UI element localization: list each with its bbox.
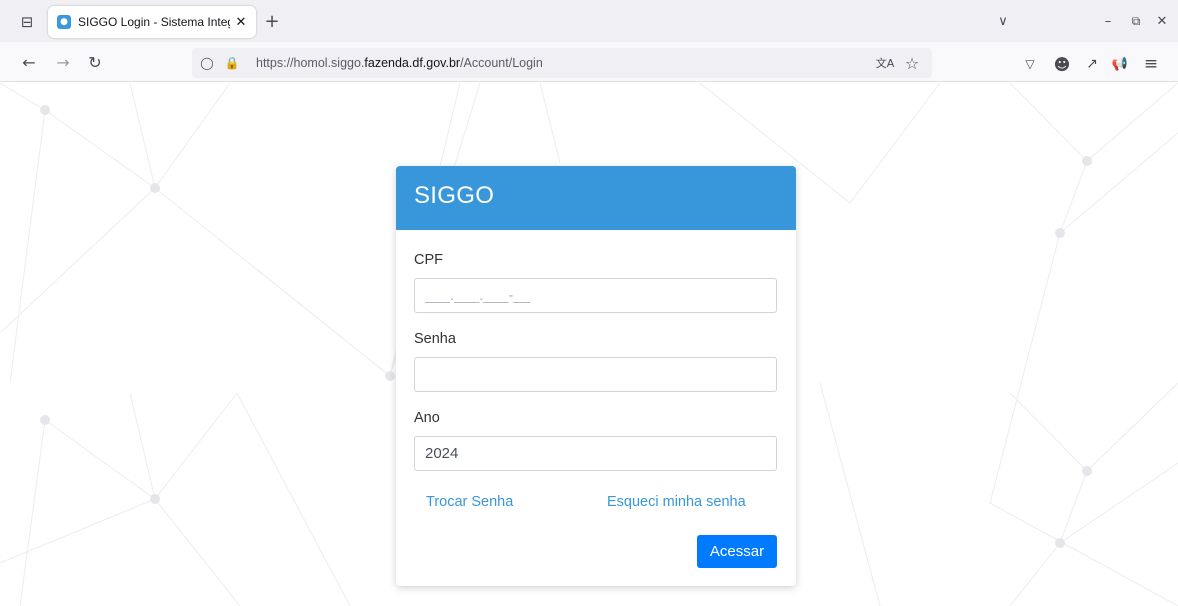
login-title: SIGGO — [414, 182, 495, 209]
close-tab-icon[interactable]: ✕ — [232, 12, 250, 32]
close-window-button[interactable]: ✕ — [1152, 12, 1172, 30]
shield-icon[interactable]: ◯ — [198, 54, 216, 72]
tab-strip: ⊟ ● SIGGO Login - Sistema Integral ✕ + ∨… — [0, 0, 1178, 42]
cpf-label: CPF — [414, 252, 443, 268]
senha-label: Senha — [414, 331, 456, 347]
url-bar[interactable]: ◯ 🔒 https://homol.siggo.fazenda.df.gov.b… — [192, 48, 932, 78]
senha-input[interactable] — [414, 357, 777, 392]
new-tab-button[interactable]: + — [262, 11, 282, 32]
browser-tab[interactable]: ● SIGGO Login - Sistema Integral ✕ — [48, 6, 256, 38]
ano-label: Ano — [414, 410, 440, 426]
acessar-button[interactable]: Acessar — [697, 535, 777, 568]
login-card: SIGGO CPF Senha Ano Trocar Senha Esqueci… — [396, 166, 796, 586]
menu-icon[interactable]: ≡ — [1140, 53, 1162, 75]
esqueci-senha-link[interactable]: Esqueci minha senha — [607, 494, 746, 510]
siggo-favicon-icon: ● — [57, 15, 71, 29]
cpf-input[interactable] — [414, 278, 777, 313]
ano-input[interactable] — [414, 436, 777, 471]
reload-icon[interactable]: ↻ — [84, 52, 106, 72]
url-prefix: https://homol.siggo. — [256, 56, 365, 70]
list-all-tabs-icon[interactable]: ∨ — [993, 12, 1013, 30]
login-card-header: SIGGO — [396, 166, 796, 230]
url-path: /Account/Login — [460, 56, 543, 70]
trocar-senha-link[interactable]: Trocar Senha — [426, 494, 513, 510]
restore-button[interactable]: ⧉ — [1126, 12, 1146, 30]
back-icon[interactable]: ← — [18, 52, 40, 72]
pocket-icon[interactable]: ▽ — [1020, 54, 1040, 74]
forward-icon[interactable]: → — [52, 52, 74, 72]
tab-title: SIGGO Login - Sistema Integral — [78, 15, 230, 29]
tab-overview-icon[interactable]: ⊟ — [16, 11, 38, 33]
url-domain: fazenda.df.gov.br — [364, 56, 461, 70]
bookmark-star-icon[interactable]: ☆ — [902, 53, 922, 73]
translate-icon[interactable]: 文A — [874, 54, 896, 72]
url-text[interactable]: https://homol.siggo.fazenda.df.gov.br/Ac… — [256, 56, 543, 70]
minimize-button[interactable]: – — [1098, 12, 1118, 30]
lock-icon[interactable]: 🔒 — [222, 54, 242, 72]
megaphone-icon[interactable]: 📢 — [1109, 54, 1131, 74]
account-icon[interactable]: ☻ — [1051, 53, 1073, 75]
extensions-icon[interactable]: ↗ — [1082, 54, 1102, 74]
